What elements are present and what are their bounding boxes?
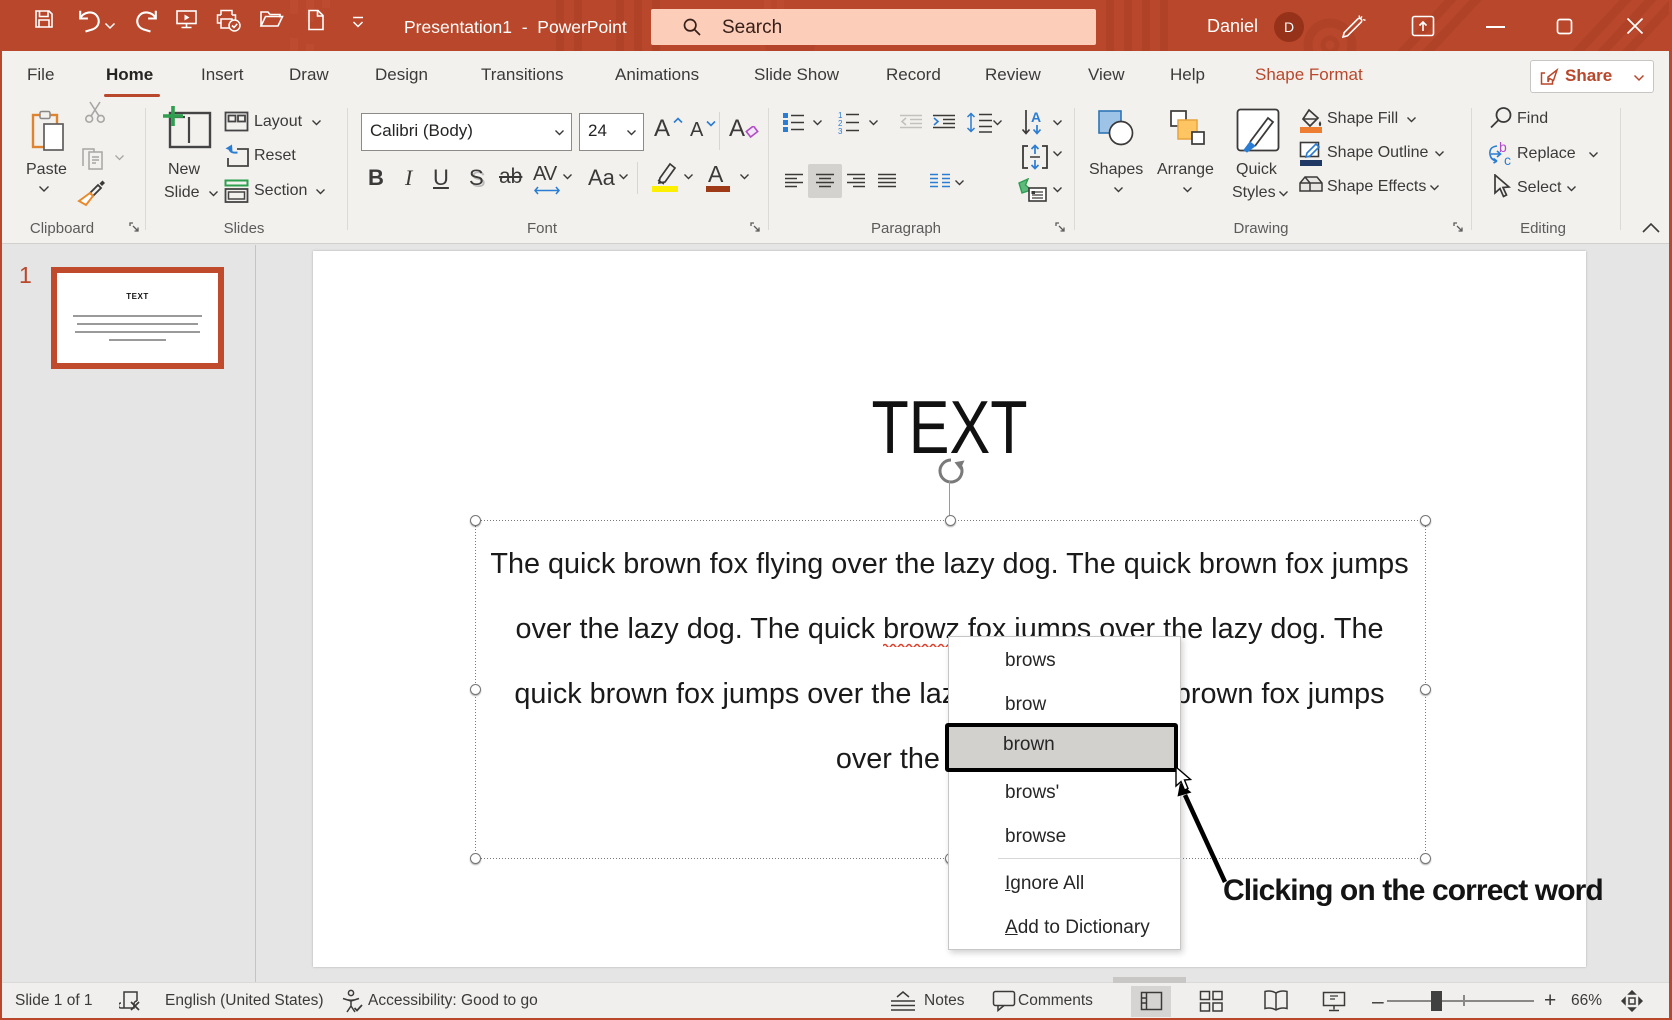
svg-text:3: 3 [838, 127, 843, 134]
svg-text:A: A [1031, 109, 1041, 125]
svg-text:c: c [1504, 152, 1511, 168]
